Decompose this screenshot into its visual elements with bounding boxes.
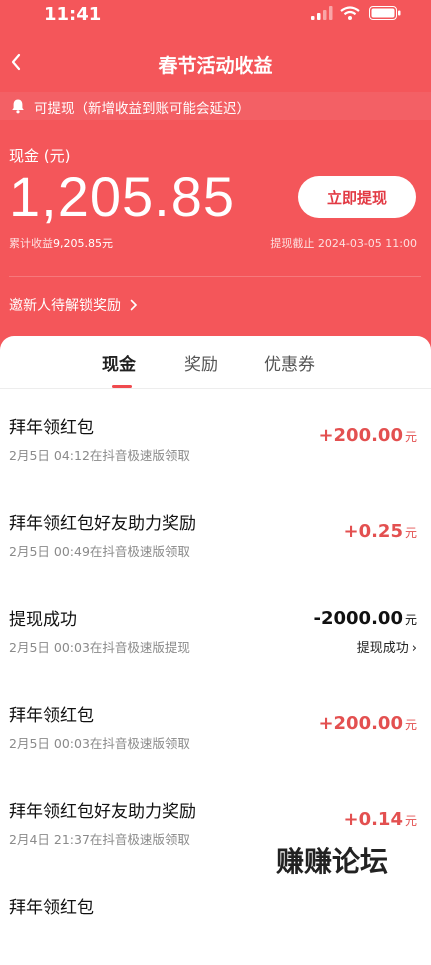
transaction-title: 拜年领红包好友助力奖励 [9, 802, 196, 822]
divider [9, 276, 421, 277]
transaction-row[interactable]: 拜年领红包好友助力奖励 2月5日 00:49在抖音极速版领取 +0.25 元 [0, 485, 431, 581]
withdraw-status-link[interactable]: 提现成功 › [357, 637, 417, 656]
total-earnings-value: 9,205.85元 [53, 237, 113, 250]
transaction-subtitle: 2月4日 21:37在抖音极速版领取 [9, 832, 190, 847]
amount-unit: 元 [404, 430, 417, 444]
transaction-title: 拜年领红包 [9, 898, 94, 918]
page-title: 春节活动收益 [158, 55, 273, 77]
transaction-title: 拜年领红包 [9, 418, 94, 438]
transaction-row[interactable]: 拜年领红包 2月5日 04:12在抖音极速版领取 +200.00 元 [0, 389, 431, 485]
transaction-amount: +0.14 元 [343, 809, 417, 830]
watermark: 赚赚论坛 [276, 845, 389, 878]
notice-text: 可提现（新增收益到账可能会延迟） [34, 101, 250, 117]
transaction-row[interactable]: 拜年领红包 [0, 869, 431, 965]
transaction-subtitle: 2月5日 00:03在抖音极速版提现 [9, 640, 190, 655]
cash-amount: 1,205.85 [9, 165, 235, 228]
amount-value: +200.00 [318, 713, 403, 734]
amount-value: +0.14 [343, 809, 403, 830]
amount-unit: 元 [404, 814, 417, 828]
transaction-row[interactable]: 拜年领红包 2月5日 00:03在抖音极速版领取 +200.00 元 [0, 677, 431, 773]
tab-cash[interactable]: 现金 [102, 350, 136, 375]
tab-coupons[interactable]: 优惠券 [264, 350, 315, 375]
cash-label: 现金 (元) [9, 147, 71, 165]
transaction-row[interactable]: 提现成功 2月5日 00:03在抖音极速版提现 -2000.00 元 提现成功 › [0, 581, 431, 677]
status-time: 11:41 [44, 4, 102, 25]
total-earnings-label: 累计收益 [9, 237, 53, 250]
bell-icon [12, 99, 24, 114]
total-earnings: 累计收益9,205.85元 [9, 235, 113, 251]
wifi-icon [340, 6, 360, 20]
transaction-amount: +200.00 元 [318, 713, 417, 734]
status-bar: 11:41 [0, 0, 431, 30]
withdraw-deadline: 提现截止 2024-03-05 11:00 [270, 237, 417, 250]
transaction-subtitle: 2月5日 00:49在抖音极速版领取 [9, 544, 190, 559]
transaction-title: 拜年领红包好友助力奖励 [9, 514, 196, 534]
amount-value: +200.00 [318, 425, 403, 446]
battery-icon [369, 6, 401, 20]
notice-bar: 可提现（新增收益到账可能会延迟） [0, 92, 431, 120]
chevron-right-icon: › [411, 641, 417, 656]
transaction-title: 拜年领红包 [9, 706, 94, 726]
earnings-header: 11:41 春节活动收益 可提现（新增收益到账可能会延迟） 现金 (元) 1,2… [0, 0, 431, 370]
transaction-amount: -2000.00 元 [314, 608, 417, 629]
amount-value: +0.25 [343, 521, 403, 542]
tab-bar: 现金 奖励 优惠券 [0, 336, 431, 389]
nav-bar: 春节活动收益 [0, 40, 431, 84]
active-tab-indicator [112, 385, 132, 388]
amount-value: -2000.00 [313, 608, 403, 629]
withdraw-button[interactable]: 立即提现 [298, 176, 416, 218]
chevron-right-icon [130, 299, 138, 311]
invite-link[interactable]: 邀新人待解锁奖励 [9, 295, 139, 315]
tab-rewards[interactable]: 奖励 [184, 350, 218, 375]
transaction-amount: +200.00 元 [318, 425, 417, 446]
transaction-title: 提现成功 [9, 610, 77, 630]
invite-text: 邀新人待解锁奖励 [9, 298, 121, 314]
status-text: 提现成功 [356, 641, 409, 656]
amount-unit: 元 [404, 526, 417, 540]
amount-unit: 元 [404, 718, 417, 732]
transaction-subtitle: 2月5日 00:03在抖音极速版领取 [9, 736, 190, 751]
cellular-signal-icon [311, 6, 333, 20]
transaction-amount: +0.25 元 [343, 521, 417, 542]
transaction-subtitle: 2月5日 04:12在抖音极速版领取 [9, 448, 190, 463]
amount-unit: 元 [404, 613, 417, 627]
